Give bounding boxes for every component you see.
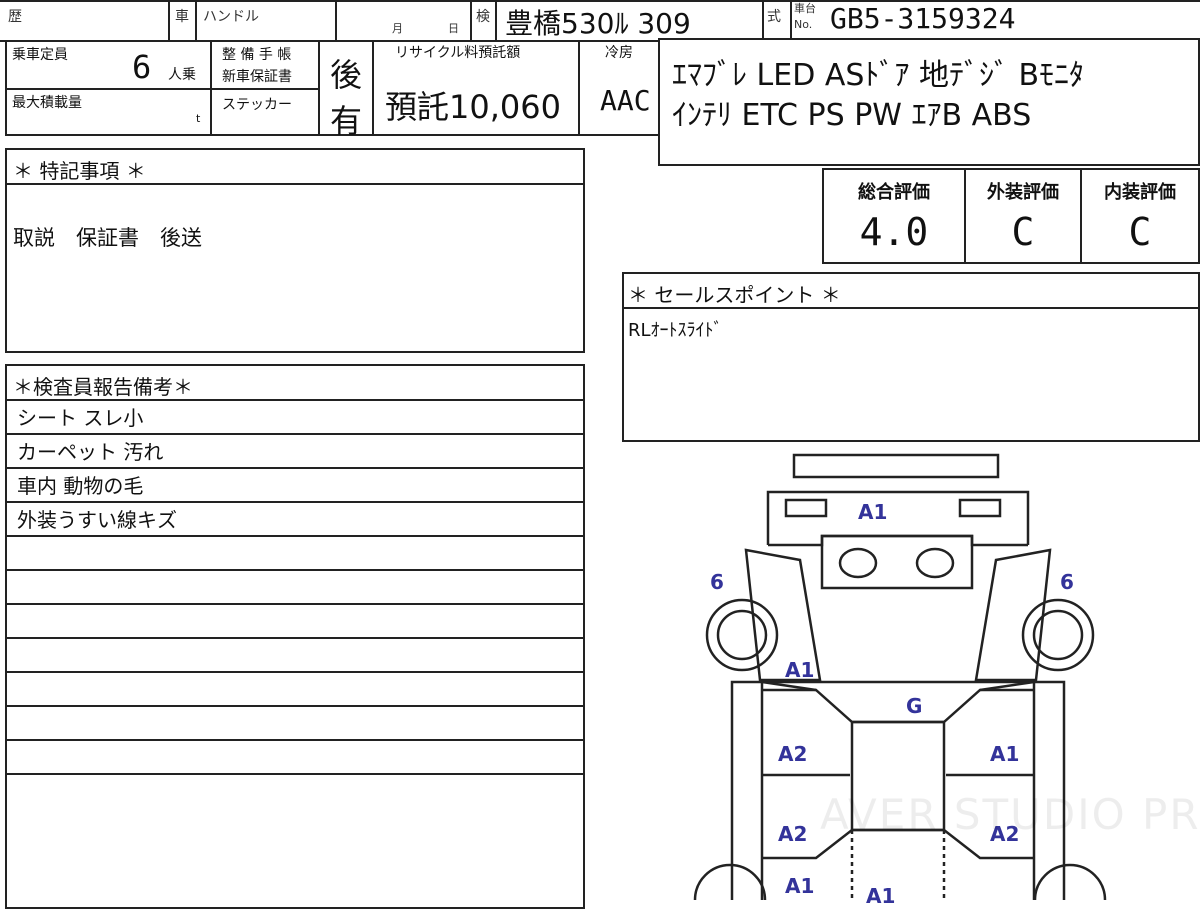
damage-front-left: A1 [785,658,815,682]
damage-tire-left: 6 [710,570,724,594]
report-row-divider [7,467,583,469]
inspector-report-title: ＊検査員報告備考＊ [13,375,193,399]
maintenance-value: 後 [330,56,363,94]
capacity-value: 6 [132,48,152,86]
recycle-label: リサイクル料預託額 [395,45,521,61]
damage-roof: A1 [866,884,896,908]
damage-front: A1 [858,500,888,524]
warranty-label: 新車保証書 [222,69,292,85]
damage-right-mid-1: A1 [990,742,1020,766]
report-row-divider [7,637,583,639]
sticker-label: ステッカー [222,97,292,113]
right-fender-shape [974,548,1052,682]
grades-box: 総合評価 4.0 外装評価 C 内装評価 C [822,168,1200,264]
maintenance-label: 整 備 手 帳 [222,47,292,63]
damage-tire-right: 6 [1060,570,1074,594]
interior-grade-value: C [1128,210,1152,254]
report-row-divider [7,501,583,503]
sales-point-title: ＊ セールスポイント ＊ [628,283,841,307]
handle-label: ハンドル [203,9,259,25]
max-load-label: 最大積載量 [12,95,82,111]
watermark: AVER STUDIO PRO [820,790,1200,839]
inspector-report-box: ＊検査員報告備考＊ シート スレ小 カーペット 汚れ 車内 動物の毛外装うすい線キズ [5,364,585,909]
special-notes-box: ＊ 特記事項 ＊ 取説 保証書 後送 [5,148,585,353]
report-row: シート スレ小 [17,406,144,430]
report-row-divider [7,569,583,571]
damage-rear-left: A1 [785,874,815,898]
report-row-divider [7,399,583,401]
day-label: 日 [448,22,459,35]
report-row-divider [7,739,583,741]
overall-grade-label: 総合評価 [858,182,930,203]
special-notes-title: ＊ 特記事項 ＊ [13,159,146,183]
interior-grade-label: 内装評価 [1104,182,1176,203]
special-notes-text: 取説 保証書 後送 [13,226,202,250]
chassis-no-label: No. [794,18,813,31]
cooler-value: AAC [600,84,651,117]
grille-shape [820,534,974,590]
chassis-label: 車台 [794,2,816,15]
month-label: 月 [392,22,403,35]
report-row-divider [7,773,583,775]
exterior-grade-label: 外装評価 [987,182,1059,203]
cooler-label: 冷房 [605,45,633,61]
report-row: 外装うすい線キズ [17,508,177,532]
report-row: 車内 動物の毛 [17,474,144,498]
damage-left-mid-1: A2 [778,742,808,766]
report-row: カーペット 汚れ [17,440,164,464]
capacity-unit: 人乗 [168,67,196,83]
model-label: 式 [767,9,781,25]
sticker-value: 有 [330,102,363,140]
vehicle-label: 車 [175,9,189,25]
front-bumper-shape [792,453,1000,479]
damage-windshield: G [906,694,923,718]
damage-left-mid-2: A2 [778,822,808,846]
report-row-divider [7,433,583,435]
report-row-divider [7,671,583,673]
history-label: 歴 [8,9,22,25]
report-row-divider [7,705,583,707]
chassis-number: GB5-3159324 [830,2,1016,35]
recycle-value: 預託10,060 [385,88,561,126]
sales-point-box: ＊ セールスポイント ＊ RLｵｰﾄｽﾗｲﾄﾞ [622,272,1200,442]
max-load-unit: t [196,112,201,125]
equipment-box: ｴﾏﾌﾞﾚ LED ASﾄﾞｱ 地ﾃﾞｼﾞ Bﾓﾆﾀ ｲﾝﾃﾘ ETC PS P… [658,38,1200,166]
capacity-label: 乗車定員 [12,47,68,63]
overall-grade-value: 4.0 [859,210,929,254]
equipment-line-1: ｴﾏﾌﾞﾚ LED ASﾄﾞｱ 地ﾃﾞｼﾞ Bﾓﾆﾀ [672,58,1085,93]
report-row-divider [7,535,583,537]
inspection-label: 検 [476,9,490,25]
plate-number: 豊橋530ﾙ 309 [505,7,691,40]
report-row-divider [7,603,583,605]
exterior-grade-value: C [1011,210,1035,254]
sales-point-text: RLｵｰﾄｽﾗｲﾄﾞ [628,320,723,341]
equipment-line-2: ｲﾝﾃﾘ ETC PS PW ｴｱB ABS [672,98,1032,133]
